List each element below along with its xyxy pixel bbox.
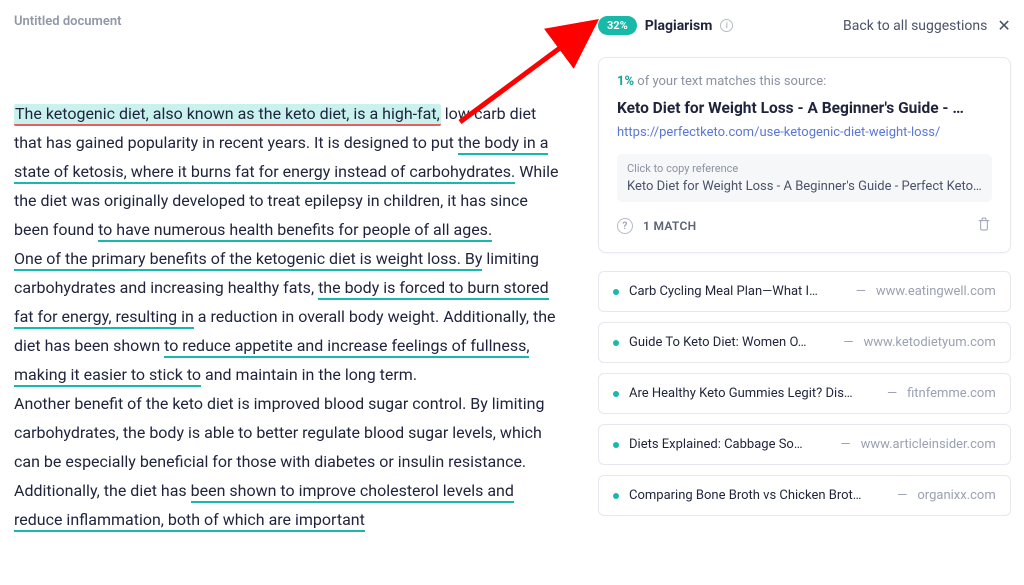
source-row-title: Guide To Keto Diet: Women O… (629, 335, 833, 350)
document-body[interactable]: The ketogenic diet, also known as the ke… (14, 99, 562, 534)
source-row-title: Comparing Bone Broth vs Chicken Brot… (629, 488, 887, 503)
source-row-title: Are Healthy Keto Gummies Legit? Dis… (629, 386, 877, 401)
bullet-icon (613, 442, 619, 448)
match-count-label: 1 MATCH (643, 219, 696, 233)
match-line: 1% of your text matches this source: (617, 74, 992, 89)
source-title: Keto Diet for Weight Loss - A Beginner's… (617, 99, 992, 117)
highlighted-text[interactable]: The ketogenic diet, also known as the ke… (14, 104, 441, 126)
reference-label: Click to copy reference (627, 162, 982, 175)
back-to-suggestions[interactable]: Back to all suggestions ✕ (843, 16, 1011, 35)
bullet-icon (613, 340, 619, 346)
source-row-domain: www.articleinsider.com (861, 437, 996, 452)
back-label: Back to all suggestions (843, 18, 987, 34)
bullet-icon (613, 391, 619, 397)
source-row[interactable]: Carb Cycling Meal Plan—What I… — www.eatin… (598, 271, 1011, 312)
source-row-domain: www.ketodietyum.com (863, 335, 995, 350)
source-row[interactable]: Guide To Keto Diet: Women O… — www.ketodie… (598, 322, 1011, 363)
source-row-domain: fitnfemme.com (907, 386, 996, 401)
match-count[interactable]: ? 1 MATCH (617, 218, 696, 234)
match-pct: 1% (617, 74, 634, 89)
document-title[interactable]: Untitled document (14, 14, 562, 29)
help-icon[interactable]: ? (617, 218, 633, 234)
separator: — (897, 488, 907, 503)
source-row-domain: organixx.com (917, 488, 995, 503)
reference-text: Keto Diet for Weight Loss - A Beginner's… (627, 179, 982, 194)
separator: — (843, 335, 853, 350)
source-row[interactable]: Comparing Bone Broth vs Chicken Brot… — or… (598, 475, 1011, 516)
separator: — (856, 284, 866, 299)
separator: — (840, 437, 850, 452)
source-card[interactable]: 1% of your text matches this source: Ket… (598, 57, 1011, 253)
source-row-title: Diets Explained: Cabbage So… (629, 437, 830, 452)
plagiarism-label: Plagiarism (645, 18, 713, 34)
plagiarism-header: 32% Plagiarism i Back to all suggestions… (598, 16, 1011, 35)
reference-block[interactable]: Click to copy reference Keto Diet for We… (617, 154, 992, 202)
body-text: and maintain in the long term. (201, 365, 417, 384)
bullet-icon (613, 493, 619, 499)
bullet-icon (613, 289, 619, 295)
trash-icon[interactable] (976, 216, 992, 236)
separator: — (887, 386, 897, 401)
source-row-domain: www.eatingwell.com (876, 284, 996, 299)
plagiarism-badge: 32% (598, 16, 637, 35)
source-row-title: Carb Cycling Meal Plan—What I… (629, 284, 846, 299)
close-icon[interactable]: ✕ (997, 16, 1010, 35)
source-row[interactable]: Are Healthy Keto Gummies Legit? Dis… — fit… (598, 373, 1011, 414)
underlined-text[interactable]: to have numerous health benefits for peo… (98, 220, 492, 242)
info-icon[interactable]: i (720, 19, 733, 32)
source-row[interactable]: Diets Explained: Cabbage So… — www.article… (598, 424, 1011, 465)
source-list: Carb Cycling Meal Plan—What I… — www.eatin… (598, 271, 1011, 516)
source-url[interactable]: https://perfectketo.com/use-ketogenic-di… (617, 125, 992, 140)
underlined-text[interactable]: One of the primary benefits of the ketog… (14, 249, 482, 271)
match-rest: of your text matches this source: (634, 74, 826, 89)
